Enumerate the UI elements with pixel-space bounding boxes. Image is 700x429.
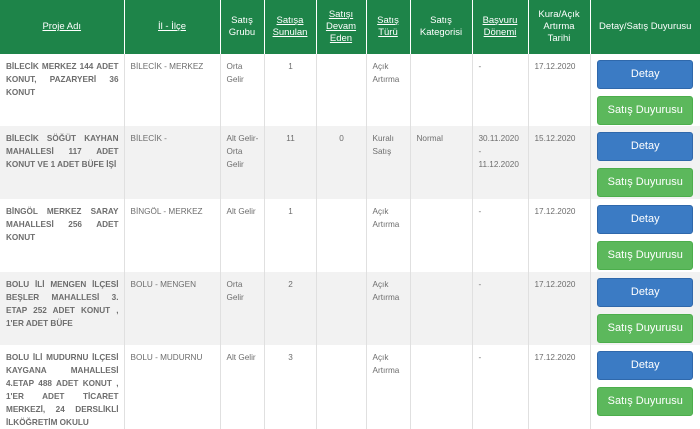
application-period: 30.11.2020 - 11.12.2020 <box>472 126 529 199</box>
ongoing-count: 0 <box>316 126 367 199</box>
col-header-sale-category: Satış Kategorisi <box>410 0 473 54</box>
sale-group: Alt Gelir <box>220 345 265 429</box>
table-row: BİLECİK SÖĞÜT KAYHAN MAHALLESİ 117 ADET … <box>0 126 700 199</box>
sale-announcement-button[interactable]: Satış Duyurusu <box>597 387 694 416</box>
offered-count: 11 <box>264 126 317 199</box>
sale-announcement-button[interactable]: Satış Duyurusu <box>597 241 694 270</box>
offered-count: 1 <box>264 54 317 126</box>
sale-group: Alt Gelir-Orta Gelir <box>220 126 265 199</box>
location: BOLU - MENGEN <box>124 272 221 345</box>
col-header-detail-announcement: Detay/Satış Duyurusu <box>590 0 700 54</box>
draw-date: 17.12.2020 <box>528 199 591 272</box>
table-row: BİLECİK MERKEZ 144 ADET KONUT, PAZARYERİ… <box>0 54 700 126</box>
ongoing-count <box>316 54 367 126</box>
sale-category <box>410 345 473 429</box>
sale-category <box>410 272 473 345</box>
offered-count: 1 <box>264 199 317 272</box>
project-name[interactable]: BOLU İLİ MENGEN İLÇESİ BEŞLER MAHALLESİ … <box>0 272 125 345</box>
sale-category <box>410 199 473 272</box>
col-header-sale-group: Satış Grubu <box>220 0 265 54</box>
actions-cell: Detay Satış Duyurusu <box>590 54 700 126</box>
actions-cell: Detay Satış Duyurusu <box>590 345 700 429</box>
application-period: - <box>472 199 529 272</box>
sales-table: Proje Adı İl - İlçe Satış Grubu Satışa S… <box>0 0 700 429</box>
ongoing-count <box>316 272 367 345</box>
col-header-location[interactable]: İl - İlçe <box>124 0 221 54</box>
actions-cell: Detay Satış Duyurusu <box>590 126 700 199</box>
location: BİNGÖL - MERKEZ <box>124 199 221 272</box>
actions-cell: Detay Satış Duyurusu <box>590 199 700 272</box>
col-header-application-period[interactable]: Başvuru Dönemi <box>472 0 529 54</box>
detail-button[interactable]: Detay <box>597 132 694 161</box>
sale-type: Açık Artırma <box>366 272 411 345</box>
location: BİLECİK - <box>124 126 221 199</box>
location: BİLECİK - MERKEZ <box>124 54 221 126</box>
project-name[interactable]: BİLECİK SÖĞÜT KAYHAN MAHALLESİ 117 ADET … <box>0 126 125 199</box>
col-header-ongoing[interactable]: Satışı Devam Eden <box>316 0 367 54</box>
sale-group: Alt Gelir <box>220 199 265 272</box>
sale-category <box>410 54 473 126</box>
offered-count: 2 <box>264 272 317 345</box>
application-period: - <box>472 54 529 126</box>
sale-type: Açık Artırma <box>366 199 411 272</box>
draw-date: 17.12.2020 <box>528 272 591 345</box>
draw-date: 15.12.2020 <box>528 126 591 199</box>
actions-cell: Detay Satış Duyurusu <box>590 272 700 345</box>
table-header: Proje Adı İl - İlçe Satış Grubu Satışa S… <box>0 0 700 54</box>
ongoing-count <box>316 199 367 272</box>
col-header-offered[interactable]: Satışa Sunulan <box>264 0 317 54</box>
detail-button[interactable]: Detay <box>597 205 694 234</box>
col-header-sale-type[interactable]: Satış Türü <box>366 0 411 54</box>
sale-announcement-button[interactable]: Satış Duyurusu <box>597 168 694 197</box>
detail-button[interactable]: Detay <box>597 351 694 380</box>
offered-count: 3 <box>264 345 317 429</box>
sale-group: Orta Gelir <box>220 272 265 345</box>
location: BOLU - MUDURNU <box>124 345 221 429</box>
sale-type: Kuralı Satış <box>366 126 411 199</box>
table-row: BOLU İLİ MENGEN İLÇESİ BEŞLER MAHALLESİ … <box>0 272 700 345</box>
draw-date: 17.12.2020 <box>528 345 591 429</box>
sale-group: Orta Gelir <box>220 54 265 126</box>
project-name[interactable]: BOLU İLİ MUDURNU İLÇESİ KAYGANA MAHALLES… <box>0 345 125 429</box>
sale-type: Açık Artırma <box>366 345 411 429</box>
col-header-draw-date: Kura/Açık Artırma Tarihi <box>528 0 591 54</box>
detail-button[interactable]: Detay <box>597 278 694 307</box>
sale-category: Normal <box>410 126 473 199</box>
table-row: BİNGÖL MERKEZ SARAY MAHALLESİ 256 ADET K… <box>0 199 700 272</box>
application-period: - <box>472 345 529 429</box>
table-row: BOLU İLİ MUDURNU İLÇESİ KAYGANA MAHALLES… <box>0 345 700 429</box>
sale-announcement-button[interactable]: Satış Duyurusu <box>597 314 694 343</box>
project-name[interactable]: BİLECİK MERKEZ 144 ADET KONUT, PAZARYERİ… <box>0 54 125 126</box>
application-period: - <box>472 272 529 345</box>
sale-type: Açık Artırma <box>366 54 411 126</box>
draw-date: 17.12.2020 <box>528 54 591 126</box>
project-name[interactable]: BİNGÖL MERKEZ SARAY MAHALLESİ 256 ADET K… <box>0 199 125 272</box>
col-header-project[interactable]: Proje Adı <box>0 0 125 54</box>
ongoing-count <box>316 345 367 429</box>
detail-button[interactable]: Detay <box>597 60 694 89</box>
sale-announcement-button[interactable]: Satış Duyurusu <box>597 96 694 125</box>
